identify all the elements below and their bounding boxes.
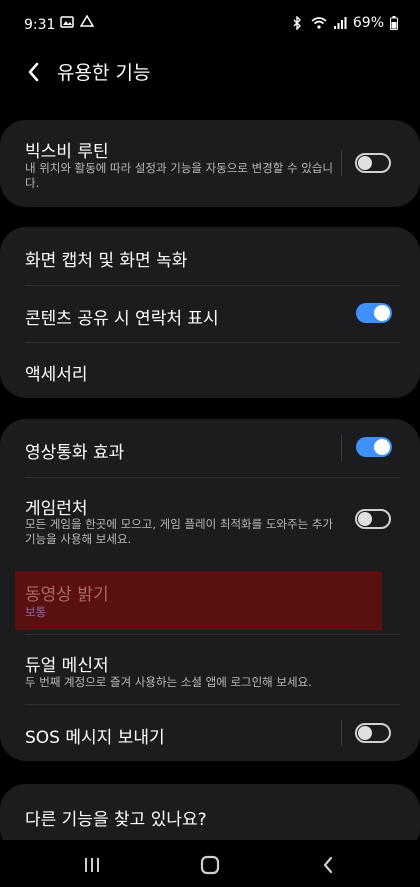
drive-icon <box>79 14 95 29</box>
bixby-routines-title: 빅스비 루틴 <box>25 142 109 162</box>
dual-messenger-row[interactable]: 듀얼 메신저 두 번째 계정으로 즐겨 사용하는 소셜 앱에 로그인해 보세요. <box>0 635 420 700</box>
video-brightness-row[interactable]: 동영상 밝기 보통 <box>15 571 382 630</box>
video-brightness-value: 보통 <box>25 605 47 619</box>
app-header: 유용한 기능 <box>0 52 420 92</box>
sos-message-title: SOS 메시지 보내기 <box>25 728 165 748</box>
status-icons: 69% <box>291 15 398 31</box>
contact-share-title: 콘텐츠 공유 시 연락처 표시 <box>25 309 219 329</box>
chevron-left-icon <box>28 62 39 82</box>
status-bar: 9:31 69% <box>0 0 420 50</box>
recents-button[interactable] <box>77 852 107 878</box>
sos-message-toggle[interactable] <box>355 723 391 743</box>
game-launcher-desc: 모든 게임을 한곳에 모으고, 게임 플레이 최적화를 도와주는 추가 기능을 … <box>25 517 333 546</box>
home-button[interactable] <box>195 852 225 878</box>
bixby-routines-toggle[interactable] <box>355 153 391 173</box>
video-call-effects-title: 영상통화 효과 <box>25 443 125 463</box>
battery-icon <box>390 16 398 30</box>
bixby-routines-desc: 내 위치와 활동에 따라 설정과 기능을 자동으로 변경할 수 있습니다. <box>25 161 333 190</box>
looking-for-more-title: 다른 기능을 찾고 있나요? <box>25 810 207 830</box>
video-brightness-title: 동영상 밝기 <box>25 585 109 605</box>
screen-capture-row[interactable]: 화면 캡처 및 화면 녹화 <box>0 227 420 284</box>
contact-share-toggle[interactable] <box>356 303 392 323</box>
dual-messenger-title: 듀얼 메신저 <box>25 656 109 676</box>
navigation-bar <box>0 840 420 887</box>
video-call-effects-row[interactable]: 영상통화 효과 <box>0 419 420 476</box>
image-icon <box>60 15 74 29</box>
signal-icon <box>333 16 347 30</box>
contact-share-row[interactable]: 콘텐츠 공유 시 연락처 표시 <box>0 286 420 342</box>
game-launcher-toggle[interactable] <box>355 509 391 529</box>
notification-icons <box>60 14 95 29</box>
battery-percent: 69% <box>352 15 384 31</box>
bluetooth-icon <box>291 15 305 31</box>
screen-capture-title: 화면 캡처 및 화면 녹화 <box>25 251 188 271</box>
dual-messenger-desc: 두 번째 계정으로 즐겨 사용하는 소셜 앱에 로그인해 보세요. <box>25 675 312 689</box>
looking-for-more-row[interactable]: 다른 기능을 찾고 있나요? <box>0 784 420 840</box>
back-button[interactable] <box>18 56 50 88</box>
video-call-effects-toggle[interactable] <box>356 437 392 457</box>
back-icon <box>323 856 333 874</box>
row-divider <box>341 150 342 176</box>
sos-message-row[interactable]: SOS 메시지 보내기 <box>0 705 420 761</box>
recents-icon <box>85 858 99 872</box>
game-launcher-title: 게임런처 <box>25 499 88 519</box>
status-time: 9:31 <box>24 17 56 33</box>
nav-back-button[interactable] <box>313 852 343 878</box>
bixby-routines-row[interactable]: 빅스비 루틴 내 위치와 활동에 따라 설정과 기능을 자동으로 변경할 수 있… <box>0 120 420 207</box>
page-title: 유용한 기능 <box>57 62 151 84</box>
row-divider <box>341 435 342 461</box>
wifi-icon <box>311 16 327 30</box>
home-icon <box>200 855 220 875</box>
accessories-row[interactable]: 액세서리 <box>0 343 420 398</box>
row-divider <box>341 720 342 746</box>
game-launcher-row[interactable]: 게임런처 모든 게임을 한곳에 모으고, 게임 플레이 최적화를 도와주는 추가… <box>0 478 420 564</box>
accessories-title: 액세서리 <box>25 365 88 385</box>
